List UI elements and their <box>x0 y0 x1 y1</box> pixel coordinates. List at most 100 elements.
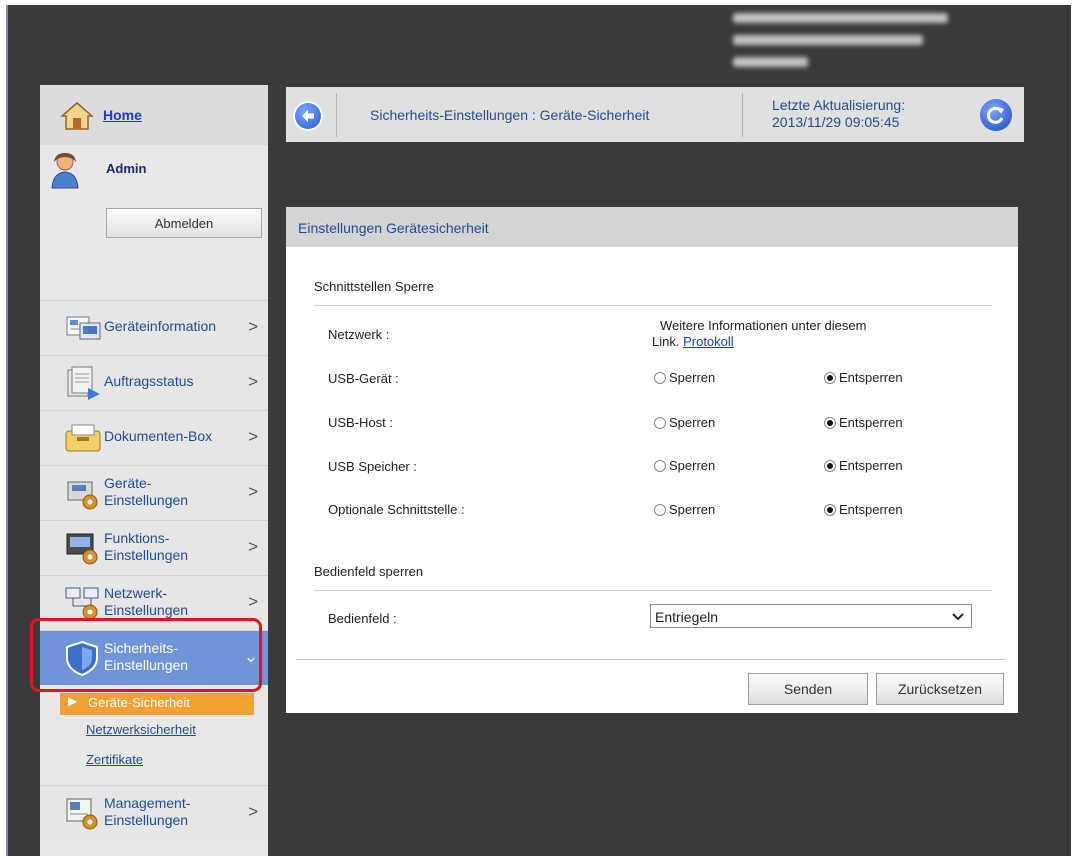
usb-host-lock-radio[interactable]: Sperren <box>654 415 715 430</box>
radio-label: Sperren <box>669 370 716 385</box>
radio-label: Sperren <box>669 458 716 473</box>
optional-interface-lock-radio[interactable]: Sperren <box>654 502 715 517</box>
chevron-right-icon: > <box>248 802 258 821</box>
sub-item-network-security[interactable]: Netzwerksicherheit <box>86 722 196 737</box>
device-info-icon <box>66 316 101 340</box>
radio-label: Sperren <box>669 415 716 430</box>
chevron-right-icon: > <box>248 592 258 611</box>
nav-label: Auftragsstatus <box>104 373 194 389</box>
network-info-text: Weitere Informationen unter diesem <box>660 318 867 333</box>
document-box-icon <box>65 424 101 452</box>
usb-storage-label: USB Speicher : <box>328 459 417 474</box>
last-update-label: Letzte Aktualisierung: <box>772 97 906 113</box>
network-info: Weitere Informationen unter diesem Link.… <box>652 318 866 350</box>
nav-item-function-settings[interactable]: Funktions- Einstellungen > <box>40 520 268 575</box>
nav-label-line2: Einstellungen <box>104 492 189 508</box>
radio-dot <box>654 416 666 429</box>
blurred-device-info-line <box>733 57 808 67</box>
chevron-right-icon: > <box>248 537 258 556</box>
divider <box>314 305 992 306</box>
chevron-right-icon: > <box>248 317 258 336</box>
home-icon <box>60 102 94 130</box>
select-value: Entriegeln <box>655 609 719 625</box>
network-settings-icon <box>65 587 99 620</box>
blurred-device-info-line <box>733 35 923 45</box>
usb-storage-unlock-radio[interactable]: Entsperren <box>824 458 903 473</box>
home-row: Home <box>40 85 268 145</box>
usb-storage-lock-radio[interactable]: Sperren <box>654 458 715 473</box>
usb-host-label: USB-Host : <box>328 415 394 430</box>
shield-icon <box>66 640 98 677</box>
nav-item-device-settings[interactable]: Geräte- Einstellungen > <box>40 465 268 520</box>
nav-label-line1: Geräte- <box>104 475 152 491</box>
radio-dot <box>654 371 666 384</box>
divider <box>336 93 337 137</box>
nav-label-line1: Netzwerk- <box>104 585 168 601</box>
user-avatar-icon <box>51 153 79 189</box>
control-panel-select[interactable]: Entriegeln <box>650 604 972 628</box>
last-update: Letzte Aktualisierung: 2013/11/29 09:05:… <box>772 97 905 131</box>
device-settings-icon <box>67 481 98 510</box>
radio-label: Sperren <box>669 502 716 517</box>
radio-dot <box>824 416 836 429</box>
chevron-down-icon <box>952 613 964 621</box>
user-name: Admin <box>106 161 147 176</box>
usb-device-lock-radio[interactable]: Sperren <box>654 370 715 385</box>
nav-label-line1: Management- <box>104 795 191 811</box>
nav-item-job-status[interactable]: Auftragsstatus > <box>40 355 268 410</box>
network-label: Netzwerk : <box>328 327 390 342</box>
radio-label: Entsperren <box>839 458 903 473</box>
nav-item-device-info[interactable]: Geräteinformation > <box>40 300 268 355</box>
last-update-time: 2013/11/29 09:05:45 <box>772 114 900 130</box>
divider <box>742 93 743 137</box>
nav-label-line2: Einstellungen <box>104 657 189 673</box>
user-row: Admin <box>40 147 268 207</box>
refresh-button[interactable] <box>980 99 1012 131</box>
control-panel-label: Bedienfeld : <box>328 611 397 626</box>
sub-item-certificates[interactable]: Zertifikate <box>86 752 143 767</box>
nav-item-network-settings[interactable]: Netzwerk- Einstellungen > <box>40 575 268 630</box>
chevron-right-icon: > <box>248 372 258 391</box>
nav-label-line1: Sicherheits- <box>104 640 178 656</box>
divider <box>314 590 992 591</box>
section-interface-lock-title: Schnittstellen Sperre <box>314 279 434 294</box>
nav-label-line2: Einstellungen <box>104 547 189 563</box>
page-title: Sicherheits-Einstellungen : Geräte-Siche… <box>370 107 650 123</box>
panel-title: Einstellungen Gerätesicherheit <box>298 220 489 236</box>
blurred-device-info-line <box>733 13 948 23</box>
nav-label: Geräteinformation <box>104 318 217 334</box>
radio-dot <box>824 503 836 516</box>
optional-interface-label: Optionale Schnittstelle : <box>328 502 465 517</box>
network-info-line2: Link. Protokoll <box>652 334 866 350</box>
nav-item-management-settings[interactable]: Management- Einstellungen > <box>40 785 268 840</box>
submit-button[interactable]: Senden <box>748 673 868 705</box>
panel-header: Einstellungen Gerätesicherheit <box>286 207 1018 247</box>
chevron-right-icon: > <box>248 427 258 446</box>
refresh-icon <box>987 106 1004 124</box>
protocol-link[interactable]: Protokoll <box>683 334 734 349</box>
job-status-icon <box>67 366 100 400</box>
usb-host-unlock-radio[interactable]: Entsperren <box>824 415 903 430</box>
usb-device-unlock-radio[interactable]: Entsperren <box>824 370 903 385</box>
page-header: Sicherheits-Einstellungen : Geräte-Siche… <box>286 87 1024 142</box>
usb-device-label: USB-Gerät : <box>328 371 399 386</box>
management-settings-icon <box>66 798 98 830</box>
nav-label-line1: Funktions- <box>104 530 170 546</box>
nav-label-line2: Einstellungen <box>104 812 189 828</box>
home-link[interactable]: Home <box>103 107 142 123</box>
nav-item-document-box[interactable]: Dokumenten-Box > <box>40 410 268 465</box>
sub-item-label: Geräte-Sicherheit <box>88 695 190 710</box>
section-panel-lock-title: Bedienfeld sperren <box>314 564 424 579</box>
back-button[interactable] <box>293 101 323 131</box>
divider <box>296 659 1006 660</box>
logout-button[interactable]: Abmelden <box>106 208 262 238</box>
sub-item-device-security[interactable]: ▶ Geräte-Sicherheit <box>60 693 254 715</box>
chevron-down-icon: ⌄ <box>243 647 258 666</box>
settings-panel: Einstellungen Gerätesicherheit Schnittst… <box>286 207 1018 713</box>
nav-item-security-settings[interactable]: Sicherheits- Einstellungen ⌄ <box>40 630 268 685</box>
radio-label: Entsperren <box>839 370 903 385</box>
optional-interface-unlock-radio[interactable]: Entsperren <box>824 502 903 517</box>
sidebar: Home Admin Geräteinformation > Auftragss… <box>40 85 268 856</box>
reset-button[interactable]: Zurücksetzen <box>876 673 1004 705</box>
arrow-left-icon <box>302 110 314 122</box>
